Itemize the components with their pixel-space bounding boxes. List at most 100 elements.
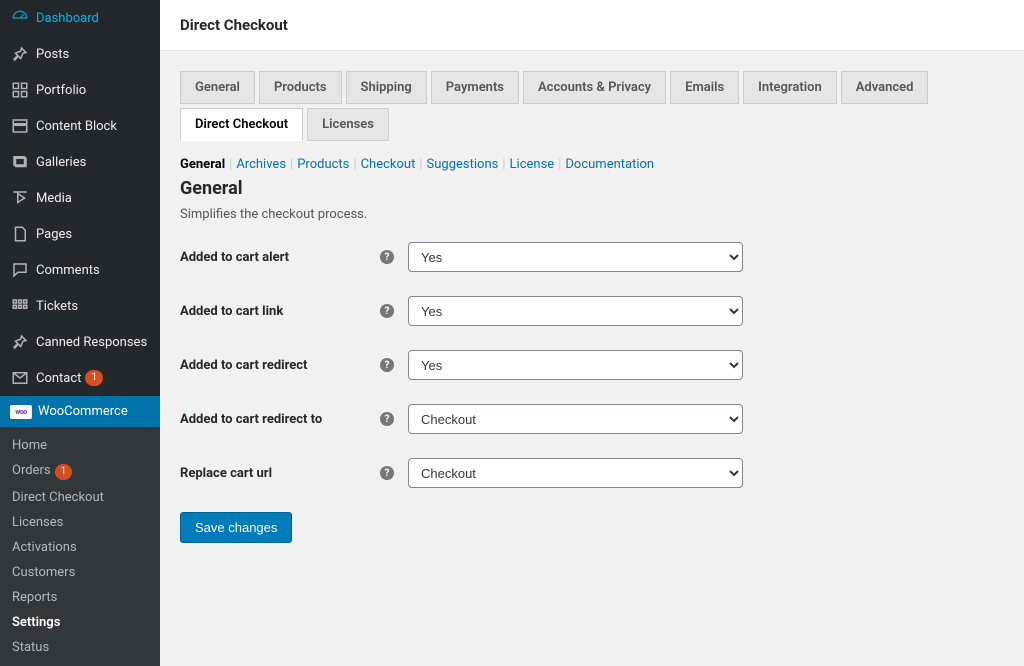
subnav-separator: | <box>554 157 565 172</box>
submenu-label: Direct Checkout <box>12 490 104 505</box>
page-title: Direct Checkout <box>180 16 1004 34</box>
subnav-archives[interactable]: Archives <box>236 157 286 172</box>
sidebar-label: Tickets <box>36 299 78 314</box>
help-icon[interactable]: ? <box>380 466 394 480</box>
help-icon[interactable]: ? <box>380 358 394 372</box>
sidebar-item-dashboard[interactable]: Dashboard <box>0 0 160 36</box>
settings-form: Added to cart alert? Yes Added to cart lin… <box>180 242 1004 488</box>
field-select-4[interactable]: Checkout <box>408 458 743 488</box>
main-content: Direct Checkout GeneralProductsShippingP… <box>160 0 1024 598</box>
field-row-2: Added to cart redirect? Yes <box>180 350 1004 380</box>
woocommerce-icon: woo <box>10 405 32 419</box>
sidebar-label: Posts <box>36 47 69 62</box>
layout-icon <box>10 116 30 136</box>
field-select-0[interactable]: Yes <box>408 242 743 272</box>
content-wrap: GeneralProductsShippingPaymentsAccounts … <box>160 51 1024 563</box>
settings-tabs: GeneralProductsShippingPaymentsAccounts … <box>180 71 1004 141</box>
gallery-icon <box>10 152 30 172</box>
submenu-item-customers[interactable]: Customers <box>0 560 160 585</box>
sidebar-item-comments[interactable]: Comments <box>0 252 160 288</box>
sidebar-item-woocommerce[interactable]: woo WooCommerce <box>0 396 160 427</box>
sidebar-label: WooCommerce <box>38 404 128 419</box>
field-row-3: Added to cart redirect to? Checkout <box>180 404 1004 434</box>
field-label: Added to cart redirect to <box>180 412 380 427</box>
sidebar-item-content-block[interactable]: Content Block <box>0 108 160 144</box>
sidebar-badge: 1 <box>85 370 103 386</box>
subnav-suggestions[interactable]: Suggestions <box>427 157 499 172</box>
subnav-checkout[interactable]: Checkout <box>361 157 416 172</box>
tab-accounts-privacy[interactable]: Accounts & Privacy <box>523 71 666 104</box>
sidebar-label: Canned Responses <box>36 335 147 350</box>
submenu-label: Activations <box>12 540 77 555</box>
page-header: Direct Checkout <box>160 0 1024 51</box>
sidebar-item-canned-responses[interactable]: Canned Responses <box>0 324 160 360</box>
submenu-label: Settings <box>12 615 60 630</box>
settings-subnav: General|Archives|Products|Checkout|Sugge… <box>180 157 1004 172</box>
field-select-3[interactable]: Checkout <box>408 404 743 434</box>
submenu-label: Licenses <box>12 515 63 530</box>
pin-icon <box>10 44 30 64</box>
subnav-license[interactable]: License <box>510 157 555 172</box>
tab-shipping[interactable]: Shipping <box>346 71 427 104</box>
submenu-item-settings[interactable]: Settings <box>0 610 160 635</box>
sidebar-label: Pages <box>36 227 72 242</box>
field-select-1[interactable]: Yes <box>408 296 743 326</box>
field-select-2[interactable]: Yes <box>408 350 743 380</box>
sidebar-label: Contact <box>36 371 81 386</box>
tab-emails[interactable]: Emails <box>670 71 739 104</box>
save-button[interactable]: Save changes <box>180 512 292 543</box>
sidebar-label: Comments <box>36 263 100 278</box>
submenu-badge: 1 <box>55 464 73 480</box>
comment-icon <box>10 260 30 280</box>
subnav-separator: | <box>415 157 426 172</box>
sidebar-item-posts[interactable]: Posts <box>0 36 160 72</box>
tab-products[interactable]: Products <box>259 71 342 104</box>
field-label: Added to cart alert <box>180 250 380 265</box>
submenu-label: Customers <box>12 565 75 580</box>
sidebar-item-pages[interactable]: Pages <box>0 216 160 252</box>
submenu-item-activations[interactable]: Activations <box>0 535 160 560</box>
submenu-item-home[interactable]: Home <box>0 433 160 458</box>
section-description: Simplifies the checkout process. <box>180 207 1004 222</box>
pin-icon <box>10 332 30 352</box>
gauge-icon <box>10 8 30 28</box>
sidebar-item-galleries[interactable]: Galleries <box>0 144 160 180</box>
tab-direct-checkout[interactable]: Direct Checkout <box>180 108 303 141</box>
field-label: Added to cart redirect <box>180 358 380 373</box>
tab-integration[interactable]: Integration <box>743 71 837 104</box>
submenu-item-status[interactable]: Status <box>0 635 160 660</box>
sidebar-item-contact[interactable]: Contact 1 <box>0 360 160 396</box>
admin-sidebar: Dashboard Posts PortfolioContent BlockGall… <box>0 0 160 598</box>
tab-general[interactable]: General <box>180 71 255 104</box>
tab-licenses[interactable]: Licenses <box>307 108 389 141</box>
help-icon[interactable]: ? <box>380 250 394 264</box>
field-label: Added to cart link <box>180 304 380 319</box>
media-icon <box>10 188 30 208</box>
field-row-4: Replace cart url? Checkout <box>180 458 1004 488</box>
subnav-general[interactable]: General <box>180 157 225 172</box>
submenu-label: Home <box>12 438 47 453</box>
help-icon[interactable]: ? <box>380 304 394 318</box>
sidebar-label: Dashboard <box>36 11 99 26</box>
page-icon <box>10 224 30 244</box>
mail-icon <box>10 368 30 388</box>
grid-icon <box>10 80 30 100</box>
submenu-item-orders[interactable]: Orders 1 <box>0 458 160 485</box>
submenu-label: Status <box>12 640 49 655</box>
submenu-item-licenses[interactable]: Licenses <box>0 510 160 535</box>
tab-advanced[interactable]: Advanced <box>841 71 929 104</box>
sidebar-item-tickets[interactable]: Tickets <box>0 288 160 324</box>
sidebar-label: Media <box>36 191 72 206</box>
subnav-documentation[interactable]: Documentation <box>565 157 654 172</box>
ticket-icon <box>10 296 30 316</box>
subnav-separator: | <box>225 157 236 172</box>
subnav-separator: | <box>349 157 360 172</box>
submenu-label: Orders <box>12 463 51 478</box>
subnav-products[interactable]: Products <box>297 157 349 172</box>
field-label: Replace cart url <box>180 466 380 481</box>
sidebar-item-portfolio[interactable]: Portfolio <box>0 72 160 108</box>
help-icon[interactable]: ? <box>380 412 394 426</box>
sidebar-item-media[interactable]: Media <box>0 180 160 216</box>
submenu-item-direct-checkout[interactable]: Direct Checkout <box>0 485 160 510</box>
tab-payments[interactable]: Payments <box>431 71 519 104</box>
